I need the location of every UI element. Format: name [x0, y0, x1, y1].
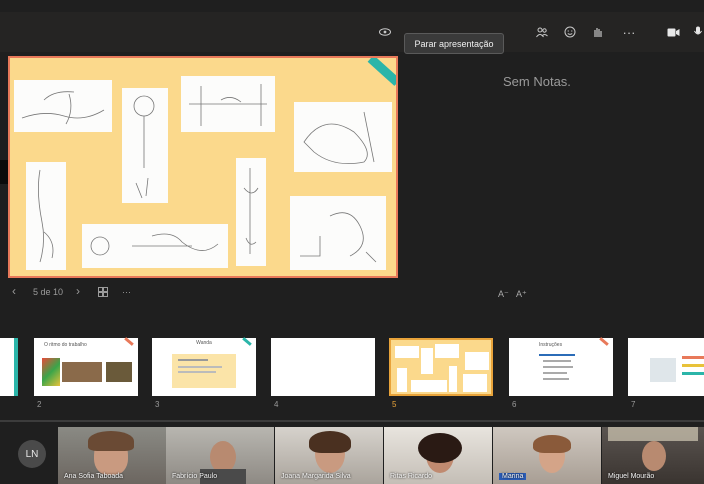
slide-thumbnail-1[interactable] [0, 338, 18, 396]
thumbnail-number: 3 [155, 400, 160, 409]
drawing-card [181, 76, 275, 132]
participant-name: Fabrício Paulo [172, 473, 218, 480]
participant-name: Miguel Mourão [608, 473, 655, 480]
presenter-toolbar: Parar apresentação ··· [0, 12, 704, 54]
mic-icon[interactable] [692, 12, 704, 52]
drawing-card [82, 224, 228, 268]
participant-name: Joana Margarida Silva [281, 473, 351, 480]
more-icon[interactable]: ··· [620, 12, 638, 52]
slide-more-button[interactable]: ··· [122, 287, 131, 297]
drawing-card [26, 162, 66, 270]
raise-hand-icon[interactable] [590, 12, 606, 52]
participant-name: Ritas Ricardo [390, 473, 433, 480]
drawing-card [122, 88, 168, 203]
font-decrease-button[interactable]: A⁻ [498, 289, 509, 300]
avatar[interactable]: LN [18, 440, 46, 468]
speaker-notes: Sem Notas. [503, 74, 571, 89]
grid-view-icon[interactable] [98, 287, 108, 299]
participant-tile[interactable]: Joana Margarida Silva [275, 427, 383, 484]
reactions-icon[interactable] [562, 12, 578, 52]
stop-presenting-button[interactable]: Parar apresentação [404, 33, 504, 54]
drawing-card [236, 158, 266, 266]
participant-tile[interactable]: Ana Sofia Taboada [58, 427, 166, 484]
thumbnail-number: 6 [512, 400, 517, 409]
next-slide-button[interactable]: › [76, 284, 80, 298]
participant-name: Marina [499, 473, 527, 480]
slide-thumbnail-7[interactable] [628, 338, 704, 396]
participant-tile[interactable]: Miguel Mourão [602, 427, 704, 484]
thumbnail-number: 2 [37, 400, 42, 409]
participant-name: Ana Sofia Taboada [64, 473, 124, 480]
meeting-window: Parar apresentação ··· Sem Notas. ‹ 5 de… [0, 0, 704, 484]
slide-counter: 5 de 10 [33, 287, 64, 297]
slide-thumbnail-2[interactable]: O ritmo do trabalho [34, 337, 138, 396]
eye-icon[interactable] [376, 12, 394, 52]
thumbnail-scrollbar[interactable] [0, 420, 704, 422]
tape-decoration [367, 58, 396, 86]
slide-thumbnail-3[interactable]: Wanda [152, 337, 256, 396]
current-slide [8, 56, 398, 278]
participant-tile[interactable]: Ritas Ricardo [384, 427, 492, 484]
participant-tile[interactable]: Marina [493, 427, 601, 484]
participant-tile[interactable]: Fabrício Paulo [166, 427, 274, 484]
slide-thumbnail-4[interactable] [271, 338, 375, 396]
thumbnail-number: 5 [392, 400, 397, 409]
thumbnail-number: 7 [631, 400, 636, 409]
camera-icon[interactable] [664, 12, 682, 52]
prev-slide-button[interactable]: ‹ [12, 284, 16, 298]
slide-thumbnail-6[interactable]: Instruções [509, 337, 613, 396]
thumbnail-number: 4 [274, 400, 279, 409]
font-increase-button[interactable]: A⁺ [516, 289, 527, 300]
people-icon[interactable] [534, 12, 550, 52]
drawing-card [290, 196, 386, 270]
drawing-card [294, 102, 392, 172]
drawing-card [14, 80, 112, 132]
slide-thumbnail-5[interactable] [389, 338, 493, 396]
